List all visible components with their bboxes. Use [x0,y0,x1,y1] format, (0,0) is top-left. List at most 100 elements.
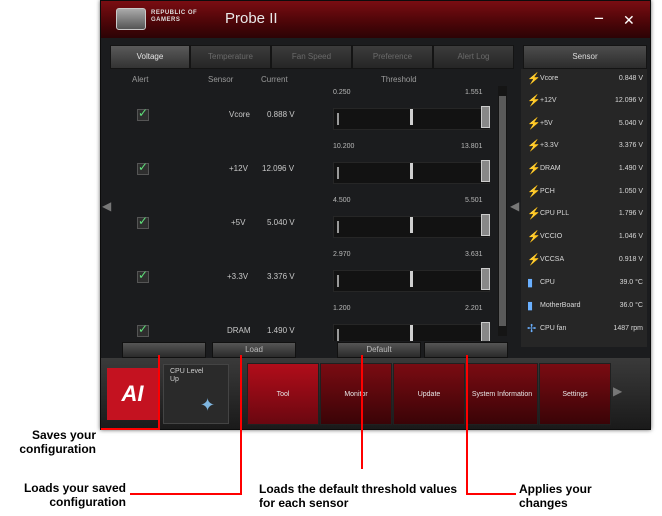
threshold-min: 4.500 [333,197,351,204]
scroll-left-icon[interactable]: ◀ [102,199,111,213]
sensor-item-value: 39.0 °C [619,279,643,286]
sensor-item-value: 0.918 V [618,256,643,263]
current-value: 0.888 V [267,110,295,119]
current-marker [410,109,413,125]
sensor-item: ▮ MotherBoard 36.0 °C [527,299,643,317]
settings-button[interactable]: Settings [539,363,611,425]
threshold-min: 2.970 [333,251,351,258]
bolt-icon: ⚡ [527,254,541,266]
sensor-item: ⚡ VCCSA 0.918 V [527,253,643,271]
alert-checkbox[interactable] [137,106,149,121]
ai-suite-logo: AI [107,368,158,420]
default-callout-line [361,355,363,469]
fan-icon: ✢ [527,323,537,335]
slider-max-handle[interactable] [481,160,490,182]
save-button[interactable] [122,342,206,358]
sensor-item-name: CPU [540,279,555,286]
col-sensor: Sensor [208,75,234,84]
threshold-min: 0.250 [333,89,351,96]
sensor-item: ✢ CPU fan 1487 rpm [527,322,643,340]
alert-checkbox[interactable] [137,214,149,229]
current-marker [410,325,413,341]
sensor-item-name: +12V [540,97,557,104]
update-button[interactable]: Update [393,363,465,425]
sensor-item-value: 36.0 °C [619,302,643,309]
sensor-item-name: CPU fan [540,325,567,332]
current-marker [410,163,413,179]
current-value: 3.376 V [267,272,295,281]
load-callout-line [240,355,242,495]
sensor-item-name: +3.3V [540,142,559,149]
load-button[interactable]: Load [212,342,296,358]
brand-line2: GAMERS [151,17,181,23]
scroll-right-icon[interactable]: ▶ [613,384,622,398]
bolt-icon: ⚡ [527,140,541,152]
sensor-item-name: VCCIO [540,233,563,240]
slider-max-handle[interactable] [481,322,490,341]
slider-min-handle[interactable] [337,167,339,179]
sensor-item-name: PCH [540,188,555,195]
tab-fan-speed[interactable]: Fan Speed [271,45,352,69]
sensor-item: ⚡ +3.3V 3.376 V [527,139,643,157]
default-button[interactable]: Default [337,342,421,358]
tab-voltage[interactable]: Voltage [110,45,190,69]
tab-temperature[interactable]: Temperature [190,45,271,69]
col-current: Current [261,75,288,84]
cpu-level-up-button[interactable]: CPU Level Up ✦ [163,364,229,424]
sensor-item-name: CPU PLL [540,210,570,217]
table-row: +3.3V 3.376 V 2.970 3.631 [115,251,495,305]
current-marker [410,217,413,233]
cpu-level-up-icon: ✦ [200,395,216,415]
sensor-item-value: 0.848 V [618,75,643,82]
collapse-panel-icon[interactable]: ◀ [510,199,519,213]
table-scrollbar[interactable] [498,86,507,336]
alert-checkbox[interactable] [137,322,149,337]
tab-sensor[interactable]: Sensor [523,45,647,69]
minimize-button[interactable]: − [594,9,604,29]
sensor-item-name: VCCSA [540,256,565,263]
system-information-button[interactable]: System Information [466,363,538,425]
monitor-button[interactable]: Monitor [320,363,392,425]
save-annotation: Saves your configuration [19,428,96,456]
scrollbar-thumb[interactable] [499,96,506,326]
slider-min-handle[interactable] [337,113,339,125]
table-row: +5V 5.040 V 4.500 5.501 [115,197,495,251]
default-annotation: Loads the default threshold values for e… [259,482,458,510]
threshold-max: 1.551 [465,89,483,96]
slider-max-handle[interactable] [481,106,490,128]
apply-callout-line [466,355,468,495]
slider-max-handle[interactable] [481,214,490,236]
alert-checkbox[interactable] [137,268,149,283]
sensor-item-value: 1.050 V [618,188,643,195]
tab-alert-log[interactable]: Alert Log [433,45,514,69]
thermometer-icon: ▮ [527,300,534,312]
apply-callout-line [466,493,516,495]
sensor-item-value: 1.046 V [618,233,643,240]
sensor-item: ⚡ PCH 1.050 V [527,185,643,203]
rog-logo-icon [116,8,146,30]
sensor-item-name: MotherBoard [540,302,581,309]
slider-min-handle[interactable] [337,221,339,233]
slider-max-handle[interactable] [481,268,490,290]
app-title: Probe II [225,10,278,27]
threshold-max: 3.631 [465,251,483,258]
tool-button[interactable]: Tool [247,363,319,425]
brand-text: REPUBLIC OF GAMERS [151,10,197,24]
bolt-icon: ⚡ [527,118,541,130]
sensor-item: ⚡ VCCIO 1.046 V [527,230,643,248]
tab-preference[interactable]: Preference [352,45,433,69]
save-callout-line [158,355,160,430]
table-row: Vcore 0.888 V 0.250 1.551 [115,89,495,143]
sensor-name: Vcore [229,110,250,119]
slider-min-handle[interactable] [337,275,339,287]
slider-min-handle[interactable] [337,329,339,341]
save-callout-line [101,428,160,430]
close-button[interactable]: ✕ [623,12,635,29]
current-value: 5.040 V [267,218,295,227]
threshold-max: 13.801 [461,143,483,150]
sensor-name: +3.3V [227,272,249,281]
probe-window: REPUBLIC OF GAMERS Probe II − ✕ Voltage … [100,0,651,430]
current-value: 1.490 V [267,326,295,335]
alert-checkbox[interactable] [137,160,149,175]
title-bar[interactable]: REPUBLIC OF GAMERS Probe II − ✕ [101,1,650,38]
